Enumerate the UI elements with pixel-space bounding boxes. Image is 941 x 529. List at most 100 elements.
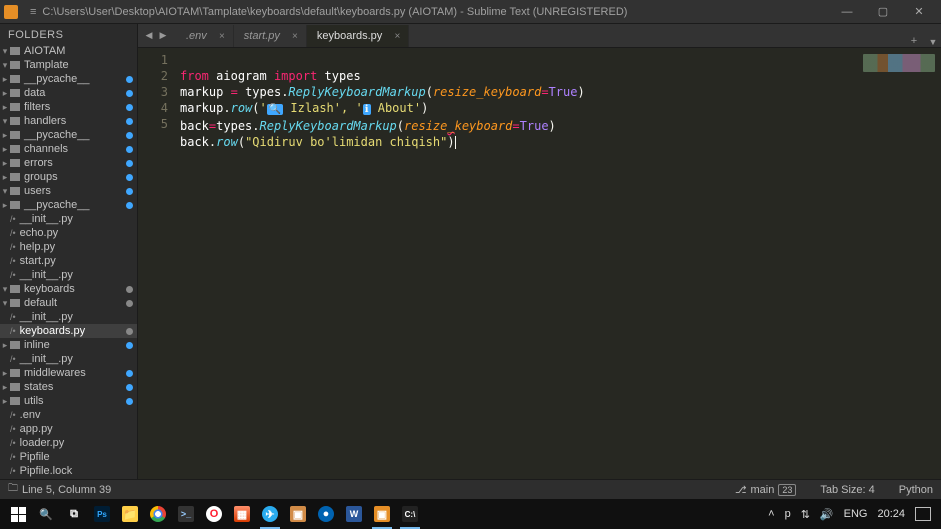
- tab-close-icon[interactable]: ×: [394, 31, 400, 42]
- taskbar-search-icon[interactable]: 🔍: [32, 499, 60, 529]
- tab-dropdown-icon[interactable]: ▼: [925, 37, 941, 47]
- tree-folder[interactable]: ▸ __pycache__: [0, 128, 137, 142]
- taskbar-app-word[interactable]: W: [340, 499, 368, 529]
- minimap[interactable]: [863, 54, 935, 72]
- taskbar-app-chrome[interactable]: [144, 499, 172, 529]
- tray-volume-icon[interactable]: 🔊: [820, 508, 834, 521]
- tab-close-icon[interactable]: ×: [219, 31, 225, 42]
- line-number: 2: [138, 68, 168, 84]
- close-button[interactable]: ✕: [901, 5, 937, 18]
- tab[interactable]: .env×: [176, 25, 234, 47]
- editor-area: ◀ ▶ .env×start.py×keyboards.py× + ▼ 1234…: [138, 24, 941, 479]
- tree-file[interactable]: loader.py: [0, 436, 137, 450]
- tree-folder[interactable]: ▸middlewares: [0, 366, 137, 380]
- tree-folder[interactable]: ▾AIOTAM: [0, 44, 137, 58]
- tree-folder[interactable]: ▾default: [0, 296, 137, 310]
- tree-label: .env: [18, 409, 41, 421]
- taskbar-app-opera[interactable]: O: [200, 499, 228, 529]
- tree-folder[interactable]: ▸__pycache__: [0, 72, 137, 86]
- taskbar-app-generic-1[interactable]: ▣: [284, 499, 312, 529]
- tree-file[interactable]: requirements.txt: [0, 478, 137, 479]
- tree-folder[interactable]: ▸channels: [0, 142, 137, 156]
- tree-file[interactable]: Pipfile.lock: [0, 464, 137, 478]
- code-area[interactable]: 12345 from aiogram import types markup =…: [138, 48, 941, 479]
- status-language[interactable]: Python: [899, 484, 933, 496]
- tree-folder[interactable]: ▸states: [0, 380, 137, 394]
- tree-folder[interactable]: ▸data: [0, 86, 137, 100]
- tree-file[interactable]: __init__.py: [0, 212, 137, 226]
- minimize-button[interactable]: —: [829, 6, 865, 18]
- status-dot-icon: [126, 328, 133, 335]
- status-dot-icon: [126, 118, 133, 125]
- tab[interactable]: keyboards.py×: [307, 25, 409, 47]
- tray-wifi-icon[interactable]: ⇅: [801, 508, 810, 521]
- tree-folder[interactable]: ▾keyboards: [0, 282, 137, 296]
- tray-lang[interactable]: ENG: [844, 508, 868, 520]
- tab-close-icon[interactable]: ×: [292, 31, 298, 42]
- taskbar-app-office[interactable]: ▦: [228, 499, 256, 529]
- tree-folder[interactable]: ▸inline: [0, 338, 137, 352]
- tree-label: data: [22, 87, 45, 99]
- taskbar-app-telegram[interactable]: ✈: [256, 499, 284, 529]
- tree-label: channels: [22, 143, 68, 155]
- tree-folder[interactable]: ▸filters: [0, 100, 137, 114]
- disclosure-icon: ▸: [0, 200, 10, 211]
- tree-folder[interactable]: ▾users: [0, 184, 137, 198]
- taskbar-app-terminal[interactable]: >_: [172, 499, 200, 529]
- tab[interactable]: start.py×: [234, 25, 307, 47]
- system-tray[interactable]: ˄ р ⇅ 🔊 ENG 20:24: [768, 507, 931, 521]
- new-tab-button[interactable]: +: [903, 35, 925, 47]
- tree-file[interactable]: Pipfile: [0, 450, 137, 464]
- code-content[interactable]: from aiogram import types markup = types…: [176, 48, 941, 479]
- status-line-col[interactable]: Line 5, Column 39: [22, 484, 111, 496]
- tray-lang-short[interactable]: р: [785, 508, 791, 520]
- nav-back-icon[interactable]: ◀: [142, 30, 156, 41]
- tree-file[interactable]: .env: [0, 408, 137, 422]
- line-number: 5: [138, 116, 168, 132]
- tree-file[interactable]: keyboards.py: [0, 324, 137, 338]
- tree-file[interactable]: __init__.py: [0, 310, 137, 324]
- tree-file[interactable]: app.py: [0, 422, 137, 436]
- folder-icon: [10, 299, 20, 307]
- tree-file[interactable]: __init__.py: [0, 268, 137, 282]
- tabs: .env×start.py×keyboards.py×: [176, 25, 409, 47]
- status-branch[interactable]: main 23: [735, 484, 796, 496]
- tree-folder[interactable]: ▾Tamplate: [0, 58, 137, 72]
- maximize-button[interactable]: ▢: [865, 5, 901, 18]
- tray-clock[interactable]: 20:24: [877, 508, 905, 520]
- tree-folder[interactable]: ▸__pycache__: [0, 198, 137, 212]
- tree-folder[interactable]: ▸errors: [0, 156, 137, 170]
- status-tabsize[interactable]: Tab Size: 4: [820, 484, 874, 496]
- tree-label: __pycache__: [22, 129, 89, 141]
- folder-status-icon[interactable]: [8, 481, 22, 498]
- disclosure-icon: ▸: [0, 130, 10, 141]
- status-dot-icon: [126, 104, 133, 111]
- nav-forward-icon[interactable]: ▶: [156, 30, 170, 41]
- gutter: 12345: [138, 48, 176, 479]
- tree-folder[interactable]: ▾handlers: [0, 114, 137, 128]
- taskbar-app-cmd[interactable]: C:\: [396, 499, 424, 529]
- status-dot-icon: [126, 398, 133, 405]
- taskbar-app-photoshop[interactable]: Ps: [88, 499, 116, 529]
- taskbar-app-explorer[interactable]: 📁: [116, 499, 144, 529]
- taskbar-app-sublime[interactable]: ▣: [368, 499, 396, 529]
- start-button[interactable]: [4, 499, 32, 529]
- tree-folder[interactable]: ▸groups: [0, 170, 137, 184]
- notifications-icon[interactable]: [915, 507, 931, 521]
- hamburger-icon[interactable]: ≡: [30, 6, 36, 18]
- tree-file[interactable]: help.py: [0, 240, 137, 254]
- tree-file[interactable]: __init__.py: [0, 352, 137, 366]
- folder-tree[interactable]: ▾AIOTAM▾Tamplate▸__pycache__▸data▸filter…: [0, 44, 137, 479]
- task-view-icon[interactable]: ⧉: [60, 499, 88, 529]
- tree-folder[interactable]: ▸utils: [0, 394, 137, 408]
- tree-file[interactable]: echo.py: [0, 226, 137, 240]
- tray-chevron-icon[interactable]: ˄: [768, 508, 774, 520]
- disclosure-icon: ▸: [0, 368, 10, 379]
- status-dot-icon: [126, 188, 133, 195]
- tree-file[interactable]: start.py: [0, 254, 137, 268]
- tree-label: AIOTAM: [22, 45, 65, 57]
- disclosure-icon: ▸: [0, 396, 10, 407]
- tree-label: filters: [22, 101, 50, 113]
- tree-label: help.py: [18, 241, 55, 253]
- taskbar-app-generic-2[interactable]: ●: [312, 499, 340, 529]
